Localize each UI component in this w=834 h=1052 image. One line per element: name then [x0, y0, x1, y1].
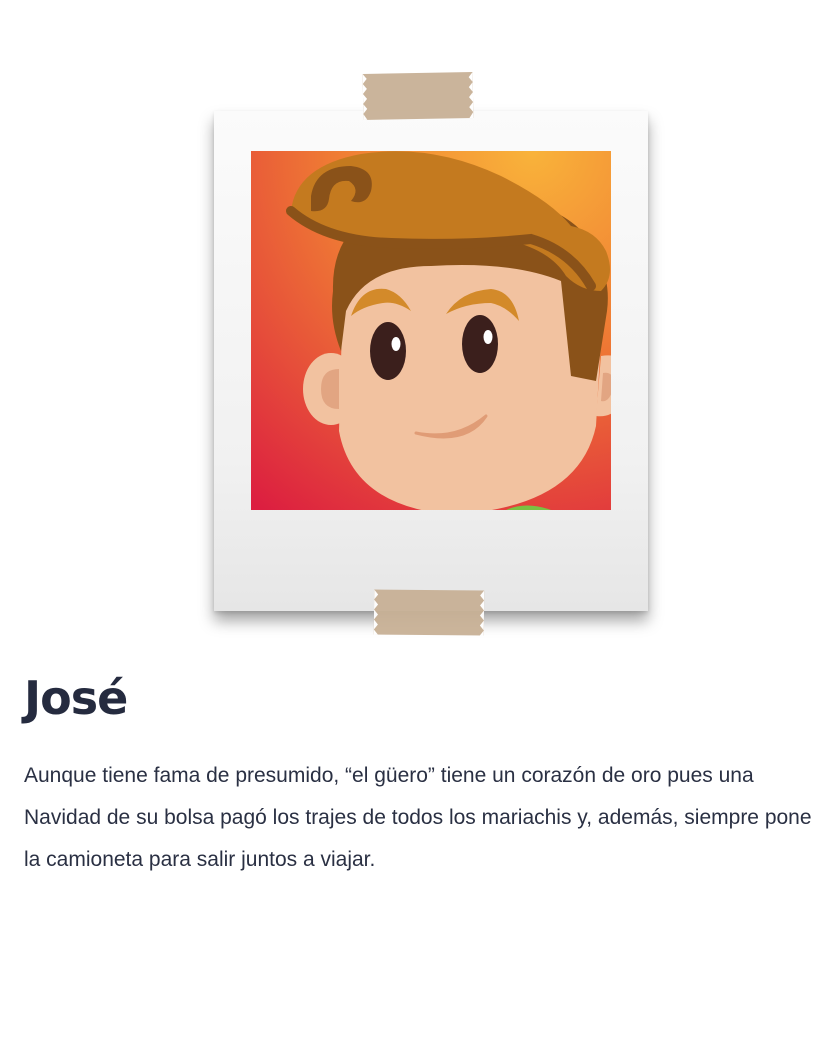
tape-top [362, 72, 474, 120]
tape-bottom [373, 589, 485, 636]
character-name: José [24, 671, 128, 725]
character-description: Aunque tiene fama de presumido, “el güer… [24, 764, 812, 871]
polaroid-frame [214, 111, 648, 611]
character-portrait [251, 151, 611, 510]
